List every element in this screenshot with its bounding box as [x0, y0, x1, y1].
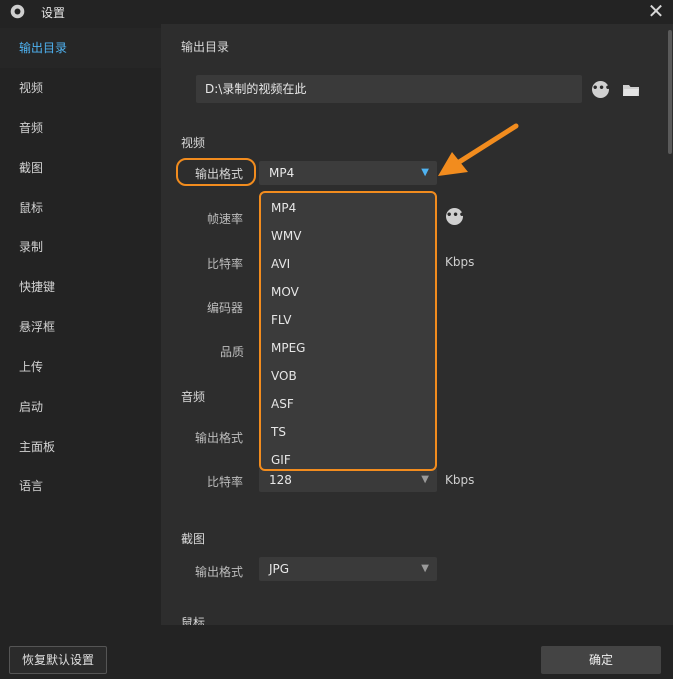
dropdown-option-gif[interactable]: GIF [271, 453, 291, 467]
sidebar-item-audio[interactable]: 音频 [0, 108, 161, 148]
arrow-annotation-icon [438, 123, 519, 176]
section-audio: 音频 [181, 390, 206, 404]
ok-button[interactable]: 确定 [541, 646, 661, 674]
title-bar: 设置 ✕ [0, 0, 673, 24]
close-icon[interactable]: ✕ [645, 0, 667, 22]
sidebar-item-mouse[interactable]: 鼠标 [0, 188, 161, 228]
screenshot-format-label: 输出格式 [195, 565, 244, 579]
sidebar-item-startup[interactable]: 启动 [0, 387, 161, 427]
sidebar: 输出目录 视频 音频 截图 鼠标 录制 快捷键 悬浮框 上传 启动 主面板 语言 [0, 24, 161, 625]
section-video: 视频 [181, 136, 206, 150]
audio-bitrate-value: 128 [269, 473, 292, 487]
video-format-label: 输出格式 [195, 167, 244, 181]
framerate-label: 帧速率 [207, 212, 244, 226]
window-title: 设置 [41, 6, 66, 20]
reset-defaults-button[interactable]: 恢复默认设置 [9, 646, 107, 674]
sidebar-item-video[interactable]: 视频 [0, 68, 161, 108]
screenshot-format-value: JPG [269, 562, 290, 576]
dropdown-option-flv[interactable]: FLV [271, 313, 291, 327]
dropdown-option-vob[interactable]: VOB [271, 369, 297, 383]
dropdown-option-mov[interactable]: MOV [271, 285, 299, 299]
sidebar-item-screenshot[interactable]: 截图 [0, 148, 161, 188]
chevron-down-icon: ▼ [421, 167, 429, 178]
video-format-select[interactable]: MP4 ▼ [259, 161, 437, 185]
video-format-value: MP4 [269, 166, 295, 180]
gear-icon [10, 4, 25, 19]
encoder-label: 编码器 [207, 301, 244, 315]
audio-format-label: 输出格式 [195, 431, 244, 445]
quality-label: 品质 [220, 345, 245, 359]
more-options-icon[interactable]: ••• [592, 81, 611, 98]
screenshot-format-select[interactable]: JPG ▼ [259, 557, 437, 581]
audio-bitrate-select[interactable]: 128 ▼ [259, 468, 437, 492]
section-mouse: 鼠标 [181, 616, 206, 625]
sidebar-item-output-dir[interactable]: 输出目录 [0, 28, 161, 68]
dropdown-option-mpeg[interactable]: MPEG [271, 341, 305, 355]
dropdown-option-mp4[interactable]: MP4 [271, 201, 296, 215]
sidebar-item-language[interactable]: 语言 [0, 466, 161, 506]
sidebar-item-record[interactable]: 录制 [0, 227, 161, 267]
dropdown-option-ts[interactable]: TS [271, 425, 286, 439]
audio-bitrate-label: 比特率 [207, 475, 244, 489]
dropdown-option-asf[interactable]: ASF [271, 397, 294, 411]
format-dropdown-list: MP4 WMV AVI MOV FLV MPEG VOB ASF TS GIF [259, 191, 437, 471]
chevron-down-icon: ▼ [421, 474, 429, 485]
dropdown-option-wmv[interactable]: WMV [271, 229, 301, 243]
sidebar-item-upload[interactable]: 上传 [0, 347, 161, 387]
folder-icon[interactable] [622, 83, 640, 97]
sidebar-item-float-box[interactable]: 悬浮框 [0, 307, 161, 347]
video-bitrate-unit: Kbps [445, 255, 475, 269]
framerate-more-icon[interactable]: ••• [446, 208, 465, 225]
audio-bitrate-unit: Kbps [445, 473, 475, 487]
section-output-dir: 输出目录 [181, 40, 230, 54]
section-screenshot: 截图 [181, 532, 206, 546]
dropdown-option-avi[interactable]: AVI [271, 257, 290, 271]
sidebar-item-hotkeys[interactable]: 快捷键 [0, 267, 161, 307]
scrollbar[interactable] [668, 30, 672, 154]
output-path-field[interactable]: D:\录制的视频在此 [196, 75, 582, 103]
sidebar-item-main-panel[interactable]: 主面板 [0, 427, 161, 467]
video-bitrate-label: 比特率 [207, 257, 244, 271]
chevron-down-icon: ▼ [421, 563, 429, 574]
